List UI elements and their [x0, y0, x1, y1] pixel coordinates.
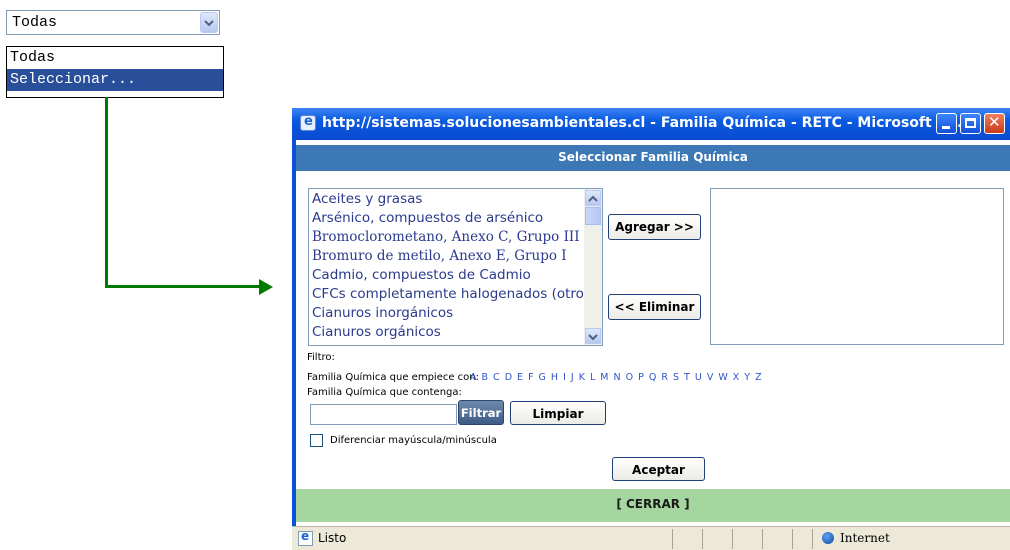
connector-line-vertical	[105, 97, 108, 287]
list-scrollbar[interactable]	[584, 189, 602, 345]
scroll-thumb[interactable]	[585, 207, 601, 225]
globe-icon	[822, 532, 834, 544]
status-divider	[762, 529, 763, 549]
available-families-list[interactable]: Aceites y grasas Arsénico, compuestos de…	[308, 188, 603, 346]
list-item[interactable]: Cianuros inorgánicos	[312, 305, 453, 321]
scroll-down-icon[interactable]	[585, 328, 601, 344]
ie-icon	[300, 114, 316, 131]
status-divider	[732, 529, 733, 549]
add-button[interactable]: Agregar >>	[608, 214, 701, 240]
family-select-value: Todas	[12, 14, 58, 31]
accept-button[interactable]: Aceptar	[612, 457, 705, 481]
family-select-options: Todas Seleccionar...	[6, 46, 224, 98]
case-sensitive-label: Diferenciar mayúscula/minúscula	[330, 435, 497, 446]
list-item[interactable]: Bromoclorometano, Anexo C, Grupo III	[312, 229, 580, 245]
list-item[interactable]: Aceites y grasas	[312, 191, 422, 207]
close-bar: [ CERRAR ]	[296, 489, 1010, 522]
status-divider	[812, 529, 813, 549]
filter-input[interactable]	[310, 404, 457, 425]
list-item[interactable]: Cadmio, compuestos de Cadmio	[312, 267, 531, 283]
case-sensitive-checkbox[interactable]	[310, 434, 323, 447]
popup-window: http://sistemas.solucionesambientales.cl…	[292, 108, 1010, 550]
connector-line-horizontal	[105, 285, 263, 288]
popup-header-title: Seleccionar Familia Química	[558, 150, 748, 164]
status-text: Listo	[318, 531, 347, 545]
filter-label: Filtro:	[307, 352, 335, 363]
chevron-down-icon[interactable]	[200, 12, 218, 33]
remove-button[interactable]: << Eliminar	[608, 294, 701, 320]
zone-text: Internet	[840, 531, 890, 545]
status-divider	[702, 529, 703, 549]
alphabet-links[interactable]: A B C D E F G H I J K L M N O P Q R S T …	[470, 372, 763, 383]
option-todas[interactable]: Todas	[7, 47, 223, 69]
option-seleccionar[interactable]: Seleccionar...	[7, 69, 223, 91]
clear-button[interactable]: Limpiar	[510, 401, 606, 425]
status-divider	[672, 529, 673, 549]
popup-header: Seleccionar Familia Química	[296, 145, 1010, 171]
list-item[interactable]: Arsénico, compuestos de arsénico	[312, 210, 543, 226]
starts-with-label: Familia Química que empiece con:	[307, 372, 479, 383]
maximize-button[interactable]	[960, 113, 981, 134]
window-titlebar[interactable]: http://sistemas.solucionesambientales.cl…	[292, 108, 1010, 140]
page-icon	[298, 529, 313, 546]
close-link[interactable]: [ CERRAR ]	[296, 497, 1010, 511]
scroll-up-icon[interactable]	[585, 190, 601, 206]
window-title: http://sistemas.solucionesambientales.cl…	[322, 115, 968, 131]
selected-families-list[interactable]	[710, 188, 1004, 345]
status-divider	[792, 529, 793, 549]
contains-label: Familia Química que contenga:	[307, 387, 462, 398]
family-select[interactable]: Todas	[6, 10, 220, 35]
arrow-right-icon	[259, 279, 273, 295]
minimize-button[interactable]	[936, 113, 957, 134]
close-window-button[interactable]	[984, 113, 1005, 134]
list-item[interactable]: Cianuros orgánicos	[312, 324, 441, 340]
list-item[interactable]: Bromuro de metilo, Anexo E, Grupo I	[312, 248, 567, 264]
list-item[interactable]: CFCs completamente halogenados (otro	[312, 286, 584, 302]
filter-button[interactable]: Filtrar	[458, 400, 504, 425]
status-bar: Listo Internet	[292, 526, 1010, 550]
